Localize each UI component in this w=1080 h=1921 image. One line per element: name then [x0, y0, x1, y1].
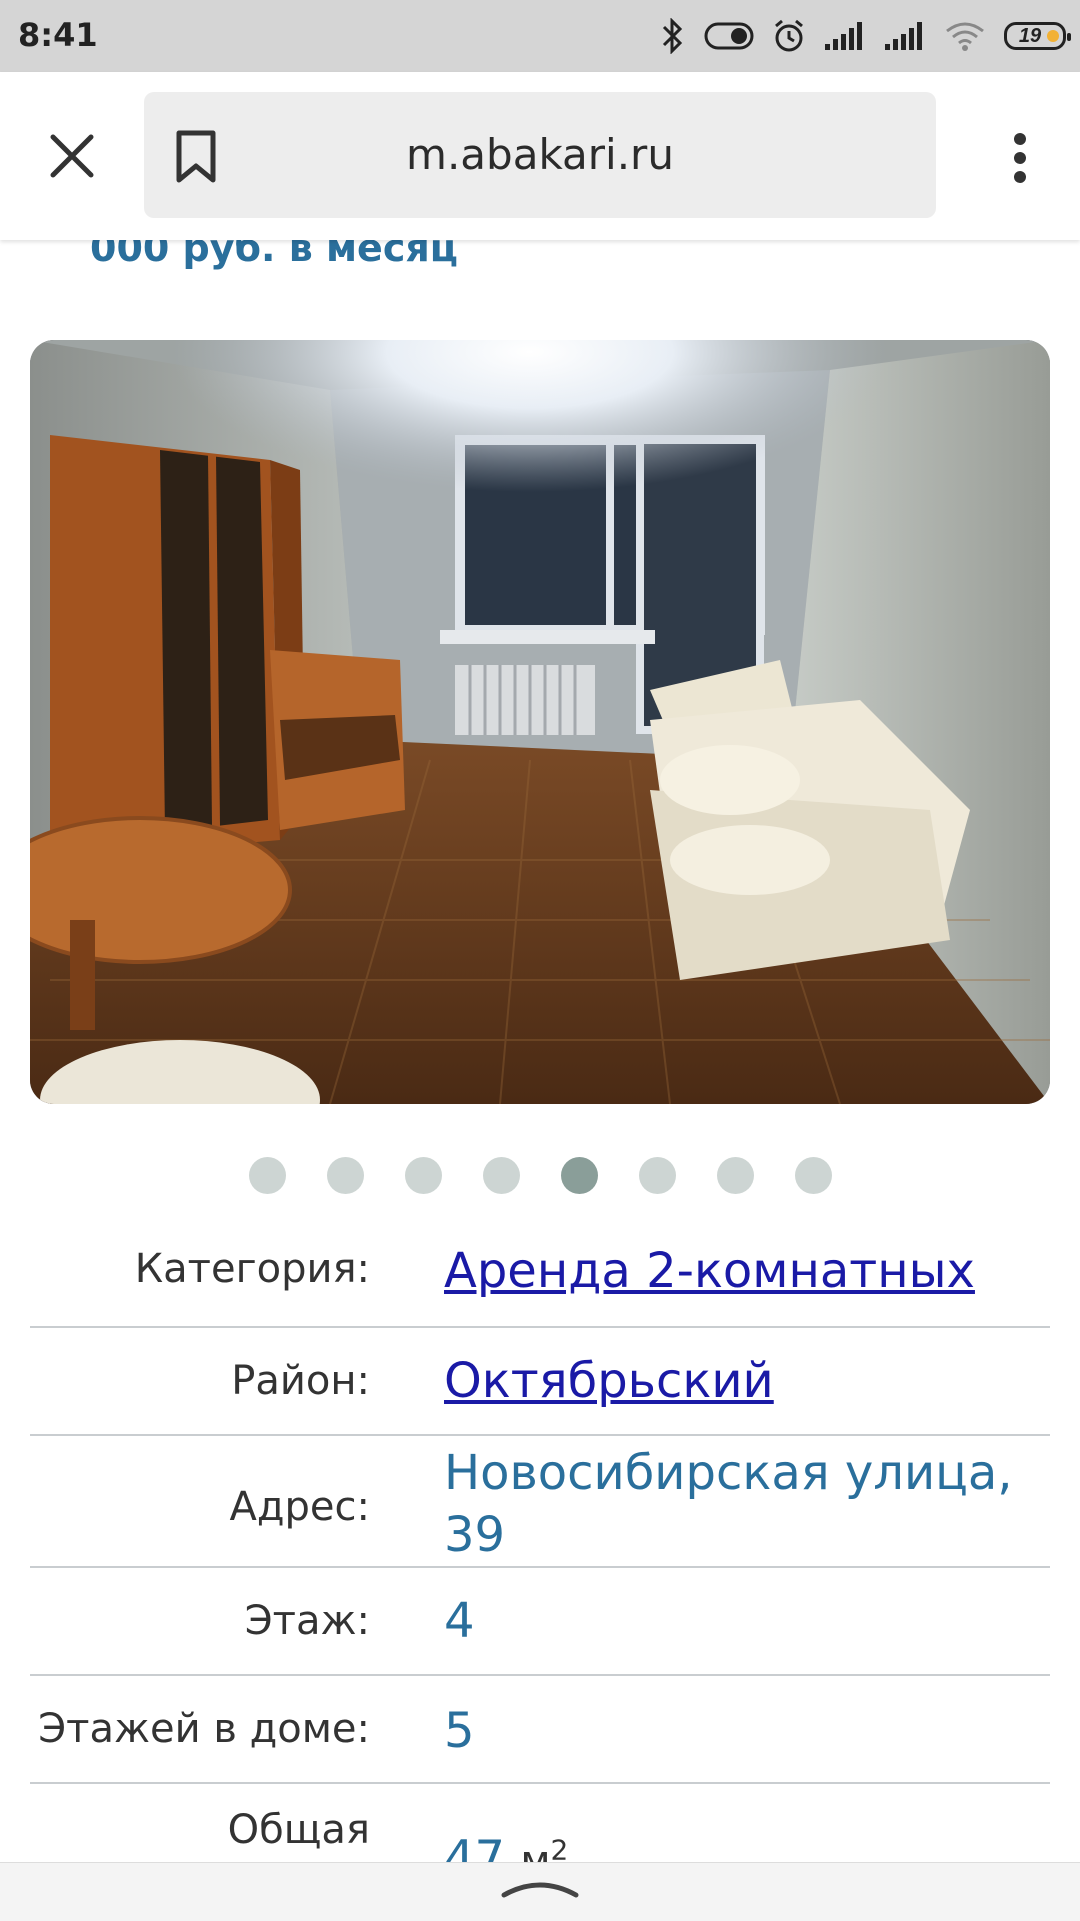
- category-link[interactable]: Аренда 2-комнатных: [444, 1243, 975, 1299]
- signal-icon: [825, 22, 862, 50]
- battery-indicator: 19: [1004, 22, 1071, 50]
- carousel-dot[interactable]: [482, 1157, 520, 1194]
- toggle-icon: [704, 22, 754, 50]
- carousel-dot[interactable]: [326, 1157, 364, 1194]
- address-value: Новосибирская улица, 39: [444, 1445, 1013, 1563]
- url-text[interactable]: m.abakari.ru: [144, 130, 936, 179]
- floor-value: 4: [444, 1593, 475, 1649]
- carousel-dot[interactable]: [248, 1157, 286, 1194]
- bluetooth-icon: [662, 18, 683, 54]
- listing-properties: Категория: Аренда 2-комнатных Район: Окт…: [30, 1220, 1050, 1904]
- listing-photo[interactable]: [30, 340, 1050, 1104]
- clock: 8:41: [18, 16, 98, 54]
- carousel-dot[interactable]: [794, 1157, 832, 1194]
- floors-total-value: 5: [444, 1703, 475, 1759]
- property-label: Этаж:: [244, 1598, 370, 1644]
- close-icon: [50, 134, 94, 178]
- battery-level: 19: [1018, 24, 1042, 47]
- wifi-icon: [946, 22, 984, 51]
- bottom-bar: [0, 1862, 1080, 1921]
- status-bar: 8:41 19: [0, 0, 1080, 72]
- more-vert-icon: [1014, 133, 1026, 183]
- carousel-dot[interactable]: [404, 1157, 442, 1194]
- property-label: Категория:: [134, 1246, 370, 1292]
- property-value: Аренда 2-комнатных: [444, 1240, 1044, 1302]
- menu-button[interactable]: [1000, 128, 1040, 188]
- property-row-address: Адрес: Новосибирская улица, 39: [30, 1436, 1050, 1568]
- property-label: Адрес:: [229, 1484, 371, 1530]
- carousel-dot[interactable]: [716, 1157, 754, 1194]
- property-row-district: Район: Октябрьский: [30, 1328, 1050, 1436]
- alarm-icon: [775, 19, 803, 52]
- carousel-dot[interactable]: [638, 1157, 676, 1194]
- signal-icon: [885, 22, 922, 50]
- chevron-up-icon: [501, 1882, 579, 1898]
- expand-button[interactable]: [500, 1873, 580, 1908]
- close-button[interactable]: [40, 124, 104, 188]
- status-icons: 19: [658, 14, 1071, 58]
- property-row-floor: Этаж: 4: [30, 1568, 1050, 1676]
- property-value: Октябрьский: [444, 1350, 1044, 1412]
- carousel-indicator: [0, 1157, 1080, 1194]
- property-row-category: Категория: Аренда 2-комнатных: [30, 1220, 1050, 1328]
- property-row-floors-total: Этажей в доме: 5: [30, 1676, 1050, 1784]
- room-photo-image: [30, 340, 1050, 1104]
- browser-toolbar: m.abakari.ru: [0, 72, 1080, 240]
- carousel-dot-active[interactable]: [560, 1157, 598, 1194]
- property-label: Этажей в доме:: [38, 1706, 370, 1752]
- address-bar[interactable]: m.abakari.ru: [144, 92, 936, 218]
- property-label: Район:: [231, 1358, 370, 1404]
- district-link[interactable]: Октябрьский: [444, 1353, 774, 1409]
